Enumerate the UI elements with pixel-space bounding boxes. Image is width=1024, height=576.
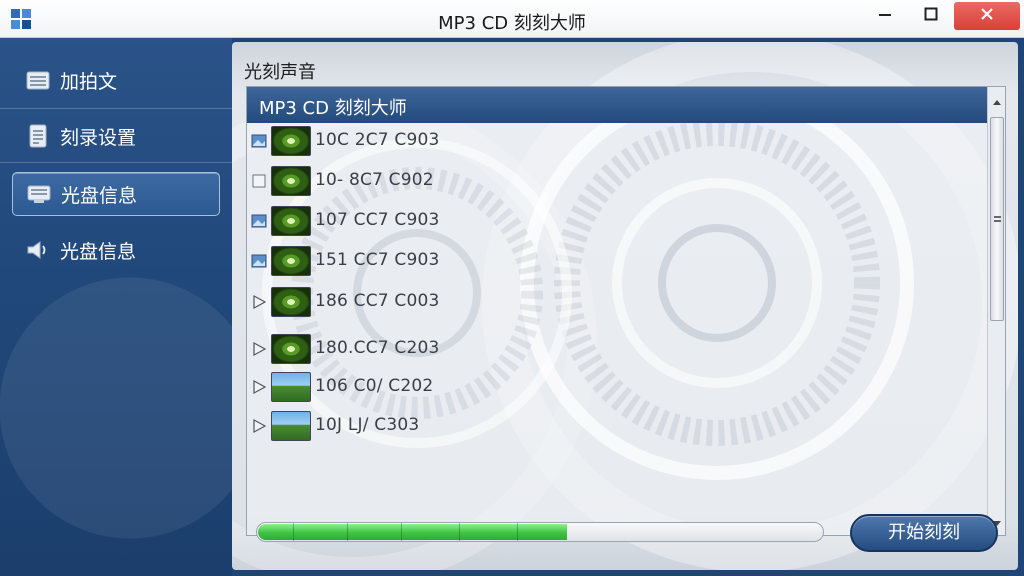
sidebar-divider: [0, 108, 232, 109]
progress-tick: [401, 523, 402, 541]
sidebar-item-disc-audio[interactable]: 光盘信息: [12, 228, 220, 272]
close-button[interactable]: [954, 2, 1020, 30]
track-thumbnail: [271, 166, 311, 196]
vertical-scrollbar[interactable]: [987, 87, 1005, 535]
image-icon: [251, 254, 267, 268]
play-icon[interactable]: [251, 419, 267, 433]
minimize-icon: [878, 6, 892, 25]
checkbox[interactable]: [251, 174, 267, 188]
close-icon: [979, 6, 995, 26]
play-icon[interactable]: [251, 295, 267, 309]
scroll-up-button[interactable]: [988, 89, 1005, 111]
track-name: 107 CC7 C903: [315, 210, 440, 230]
folder-stack-icon: [24, 67, 52, 93]
sidebar-item-label: 光盘信息: [60, 240, 137, 263]
play-icon[interactable]: [251, 342, 267, 356]
maximize-button[interactable]: [908, 0, 954, 30]
track-name: 180.CC7 C203: [315, 338, 440, 358]
track-thumbnail: [271, 246, 311, 276]
track-thumbnail: [271, 411, 311, 441]
grip-icon: [994, 216, 1001, 222]
sidebar-item-burn-settings[interactable]: 刻录设置: [12, 114, 220, 158]
list-header: MP3 CD 刻刻大师: [247, 87, 987, 123]
track-thumbnail: [271, 206, 311, 236]
sidebar-item-label: 刻录设置: [60, 126, 137, 149]
burn-progress-bar: [256, 522, 824, 542]
progress-tick: [347, 523, 348, 541]
list-item[interactable]: 107 CC7 C903: [247, 203, 987, 239]
list-item[interactable]: 10C 2C7 C903: [247, 123, 987, 159]
sidebar-item-label: 光盘信息: [61, 184, 138, 207]
minimize-button[interactable]: [862, 0, 908, 30]
track-name: 10J LJ/ C303: [315, 415, 420, 435]
speaker-icon: [24, 237, 52, 263]
list-item[interactable]: 10- 8C7 C902: [247, 163, 987, 199]
track-name: 151 CC7 C903: [315, 250, 440, 270]
track-name: 10- 8C7 C902: [315, 170, 434, 190]
list-item[interactable]: 186 CC7 C003: [247, 284, 987, 320]
main-panel: 光刻声音 MP3 CD 刻刻大师 10C 2C7 C903 10- 8C7 C9…: [232, 42, 1018, 570]
maximize-icon: [924, 6, 938, 25]
progress-tick: [293, 523, 294, 541]
list-item[interactable]: 180.CC7 C203: [247, 331, 987, 367]
list-item[interactable]: 151 CC7 C903: [247, 243, 987, 279]
disc-drive-icon: [25, 181, 53, 207]
sidebar-divider: [0, 162, 232, 163]
title-bar: MP3 CD 刻刻大师: [0, 0, 1024, 38]
progress-fill: [258, 524, 568, 540]
progress-tick: [517, 523, 518, 541]
track-thumbnail: [271, 287, 311, 317]
track-thumbnail: [271, 372, 311, 402]
image-icon: [251, 134, 267, 148]
sidebar-item-disc-info[interactable]: 光盘信息: [12, 172, 220, 216]
sidebar-item-label: 加拍文: [60, 70, 118, 93]
chevron-up-icon: [992, 91, 1002, 110]
track-name: 186 CC7 C003: [315, 291, 440, 311]
track-thumbnail: [271, 126, 311, 156]
section-title: 光刻声音: [244, 62, 316, 83]
start-burn-button[interactable]: 开始刻刻: [850, 514, 998, 552]
track-thumbnail: [271, 334, 311, 364]
track-name: 106 C0/ C202: [315, 376, 434, 396]
track-list-panel: MP3 CD 刻刻大师 10C 2C7 C903 10- 8C7 C902 10…: [246, 86, 1006, 536]
progress-tick: [459, 523, 460, 541]
sidebar-item-add-files[interactable]: 加拍文: [12, 58, 220, 102]
list-item[interactable]: 106 C0/ C202: [247, 369, 987, 405]
image-icon: [251, 214, 267, 228]
document-icon: [24, 123, 52, 149]
play-icon[interactable]: [251, 380, 267, 394]
sidebar: 加拍文 刻录设置 光盘信息 光盘信息: [0, 38, 232, 576]
list-item[interactable]: 10J LJ/ C303: [247, 408, 987, 444]
track-name: 10C 2C7 C903: [315, 130, 440, 150]
scroll-thumb[interactable]: [990, 117, 1004, 321]
